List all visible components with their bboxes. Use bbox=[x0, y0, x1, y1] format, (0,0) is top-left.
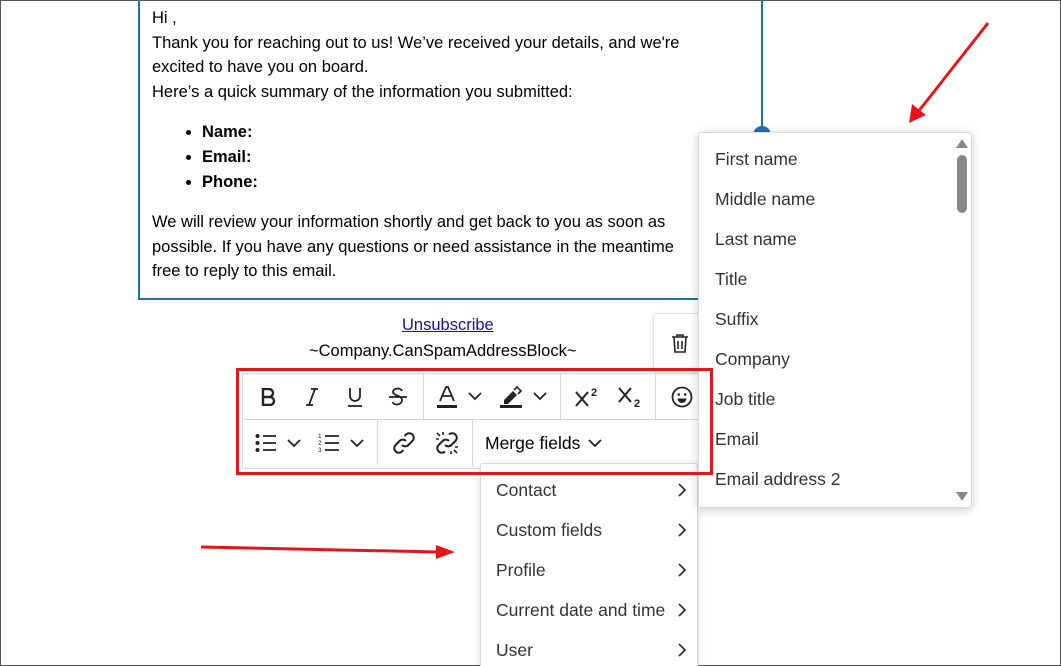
contact-fields-submenu: First name Middle name Last name Title S… bbox=[698, 132, 972, 508]
chevron-right-icon bbox=[678, 523, 687, 537]
field-email-address-2[interactable]: Email address 2 bbox=[699, 459, 953, 499]
field-job-title[interactable]: Job title bbox=[699, 379, 953, 419]
merge-fields-menu: Contact Custom fields Profile Current da… bbox=[480, 463, 698, 666]
menu-item-label: Profile bbox=[496, 559, 546, 580]
body-line-2: excited to have you on board. bbox=[152, 58, 369, 77]
chevron-right-icon bbox=[678, 483, 687, 497]
menu-item-label: Current date and time bbox=[496, 599, 666, 620]
field-middle-name[interactable]: Middle name bbox=[699, 179, 953, 219]
email-body-block[interactable]: Hi , Thank you for reaching out to us! W… bbox=[138, 0, 771, 300]
field-email[interactable]: Email bbox=[699, 419, 953, 459]
field-first-name[interactable]: First name bbox=[699, 139, 953, 179]
list-item-email: Email: bbox=[202, 145, 761, 170]
closing-line-2: possible. If you have any questions or n… bbox=[152, 237, 674, 256]
menu-item-label: User bbox=[496, 639, 533, 660]
menu-item-contact[interactable]: Contact bbox=[481, 470, 697, 510]
greeting-text: Hi , bbox=[152, 9, 177, 27]
trash-icon bbox=[672, 334, 688, 353]
list-item-name: Name: bbox=[202, 120, 761, 145]
address-block-token: ~Company.CanSpamAddressBlock~ bbox=[309, 342, 577, 360]
menu-item-profile[interactable]: Profile bbox=[481, 550, 697, 590]
field-title[interactable]: Title bbox=[699, 259, 953, 299]
list-item-phone: Phone: bbox=[202, 170, 761, 195]
menu-item-label: Custom fields bbox=[496, 519, 603, 540]
closing-line-3: free to reply to this email. bbox=[152, 262, 337, 281]
menu-item-user[interactable]: User bbox=[481, 630, 697, 666]
chevron-right-icon bbox=[678, 563, 687, 577]
body-line-1: Thank you for reaching out to us! We’ve … bbox=[152, 33, 680, 52]
scrollbar-thumb[interactable] bbox=[957, 155, 967, 213]
field-last-name[interactable]: Last name bbox=[699, 219, 953, 259]
chevron-right-icon bbox=[678, 603, 687, 617]
field-company[interactable]: Company bbox=[699, 339, 953, 379]
scroll-down-arrow-icon[interactable] bbox=[956, 492, 968, 501]
chevron-right-icon bbox=[678, 643, 687, 657]
menu-item-custom-fields[interactable]: Custom fields bbox=[481, 510, 697, 550]
menu-item-current-date-time[interactable]: Current date and time bbox=[481, 590, 697, 630]
contact-fields-list: First name Middle name Last name Title S… bbox=[699, 139, 953, 499]
closing-line-1: We will review your information shortly … bbox=[152, 213, 666, 232]
summary-list: Name: Email: Phone: bbox=[202, 120, 761, 194]
field-suffix[interactable]: Suffix bbox=[699, 299, 953, 339]
scroll-up-arrow-icon[interactable] bbox=[956, 139, 968, 148]
body-line-3: Here’s a quick summary of the informatio… bbox=[152, 82, 573, 101]
unsubscribe-link[interactable]: Unsubscribe bbox=[402, 316, 494, 335]
menu-item-label: Contact bbox=[496, 479, 557, 500]
annotation-highlight-box bbox=[236, 368, 713, 475]
submenu-scrollbar[interactable] bbox=[953, 133, 971, 507]
